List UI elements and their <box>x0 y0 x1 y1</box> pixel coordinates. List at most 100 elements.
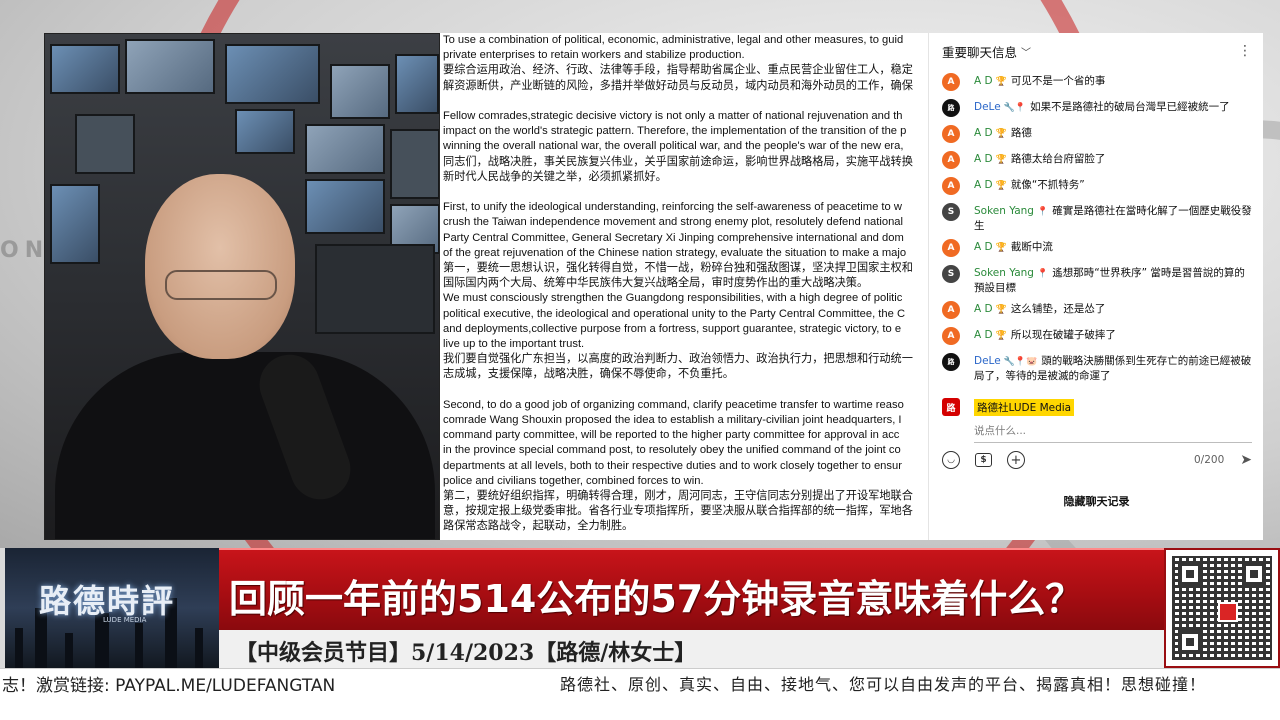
chat-author-avatar[interactable]: 路 <box>942 99 960 117</box>
chat-message: A A D 🏆 截断中流 <box>929 235 1264 261</box>
chat-author-avatar[interactable]: A <box>942 301 960 319</box>
chat-badge-icon: 🏆 <box>995 305 1007 315</box>
add-icon[interactable]: + <box>1007 451 1025 469</box>
chat-author-name[interactable]: DeLe <box>974 355 1001 367</box>
host-body <box>55 352 435 539</box>
document-line: 志成城，支援保障，战略决胜，确保不辱使命，不负重托。 <box>443 368 734 381</box>
chat-author-avatar[interactable]: A <box>942 73 960 91</box>
qr-finder <box>1178 630 1202 654</box>
chat-message-body: A D 🏆 所以现在破罐子破摔了 <box>974 325 1252 343</box>
chat-message: A A D 🏆 可见不是一个省的事 <box>929 69 1264 95</box>
more-options-icon[interactable]: ⋮ <box>1238 43 1252 59</box>
bg-monitor <box>75 114 135 174</box>
document-blank-line <box>443 94 928 109</box>
chat-message-text: 路德 <box>1010 127 1032 139</box>
chat-author-avatar[interactable]: 路 <box>942 353 960 371</box>
chat-author-name[interactable]: A D <box>974 329 993 341</box>
document-line: Fellow comrades,strategic decisive victo… <box>443 110 903 122</box>
chat-message: A A D 🏆 路德 <box>929 121 1264 147</box>
bg-monitor <box>395 54 439 114</box>
ticker-slogan: 路德社、原创、真实、自由、接地气、您可以自由发声的平台、揭露真相！思想碰撞！ <box>560 675 1207 694</box>
host-glasses <box>165 270 277 300</box>
chat-author-name[interactable]: A D <box>974 127 993 139</box>
chat-message-text: 如果不是路德社的破局台灣早已經被統一了 <box>1030 101 1230 113</box>
chat-author-name[interactable]: Soken Yang <box>974 267 1034 279</box>
headline-banner: 回顾一年前的514公布的57分钟录音意味着什么？ <box>219 548 1164 630</box>
chat-message-body: A D 🏆 这么铺垫，还是怂了 <box>974 299 1252 317</box>
chat-message-text: 路德太给台府留脸了 <box>1010 153 1106 165</box>
chat-message-text: 这么铺垫，还是怂了 <box>1010 303 1106 315</box>
document-line: We must consciously strengthen the Guang… <box>443 292 903 305</box>
show-logo: 路德時評 LUDE MEDIA <box>5 548 219 668</box>
document-line: police and civilians together, combined … <box>443 474 704 487</box>
chat-message: 路 DeLe 🔧📍 如果不是路德社的破局台灣早已經被統一了 <box>929 95 1264 121</box>
chat-author-avatar[interactable]: A <box>942 151 960 169</box>
chat-author-name[interactable]: A D <box>974 179 993 191</box>
document-line: political executive, the ideological and… <box>443 307 906 320</box>
chat-message: 路 DeLe 🔧📍🐷 頭的戰略決勝關係到生死存亡的前途已經被破局了，等待的是被滅的命運… <box>929 349 1264 385</box>
chevron-down-icon[interactable]: ﹀ <box>1021 44 1031 59</box>
document-line: 要综合运用政治、经济、行政、法律等手段，指导帮助省属企业、重点民营企业留住工人，… <box>443 64 913 77</box>
chat-header: 重要聊天信息 ﹀ ⋮ <box>929 33 1263 69</box>
chat-badge-icon: 🏆 <box>995 331 1007 341</box>
chat-author-name[interactable]: A D <box>974 241 993 253</box>
news-ticker: 志！激赏链接: PAYPAL.ME/LUDEFANGTAN 路德社、原创、真实、… <box>0 668 1280 720</box>
super-chat-icon[interactable]: $ <box>975 453 992 467</box>
chat-author-avatar[interactable]: S <box>942 203 960 221</box>
chat-author-avatar[interactable]: A <box>942 239 960 257</box>
bg-monitor <box>50 184 100 264</box>
chat-message-body: A D 🏆 路德 <box>974 123 1252 141</box>
document-line: winning the overall national war, the ov… <box>443 140 904 153</box>
chat-composer: 路 路德社LUDE Media 说点什么... <box>929 395 1264 443</box>
document-line: of the great rejuvenation of the Chinese… <box>443 246 907 259</box>
chat-mode-dropdown[interactable]: 重要聊天信息 <box>942 42 1017 61</box>
ticker-donation-link: 志！激赏链接: PAYPAL.ME/LUDEFANGTAN <box>2 676 336 696</box>
skyline-building <box>15 628 23 668</box>
my-channel-name: 路德社LUDE Media <box>974 398 1075 416</box>
chat-author-avatar[interactable]: S <box>942 265 960 283</box>
chat-message-text: 所以现在破罐子破摔了 <box>1010 329 1116 341</box>
document-line: 路保常态路战令，起联动，全力制胜。 <box>443 520 634 533</box>
bg-monitor <box>390 129 439 199</box>
chat-author-name[interactable]: A D <box>974 153 993 165</box>
document-line: 同志们，战略决胜，事关民族复兴伟业，关乎国家前途命运，影响世界战略格局，实施平战… <box>443 155 913 168</box>
chat-author-avatar[interactable]: A <box>942 125 960 143</box>
chat-toolbar: ◡ $ + 0/200 ➤ <box>929 445 1264 475</box>
hide-chat-button[interactable]: 隐藏聊天记录 <box>929 493 1264 509</box>
chat-author-name[interactable]: A D <box>974 75 993 87</box>
chat-message-list[interactable]: AA D 🏆 可见不是一个省的事路 DeLe 🔧📍 如果不是路德社的破局台灣早已經被統一了… <box>929 69 1264 389</box>
chat-message-text: 可见不是一个省的事 <box>1010 75 1106 87</box>
bg-monitor <box>235 109 295 154</box>
emoji-icon[interactable]: ◡ <box>942 451 960 469</box>
chat-input[interactable]: 说点什么... <box>974 419 1252 443</box>
document-blank-line <box>443 383 928 398</box>
chat-badge-icon: 🏆 <box>995 181 1007 191</box>
document-line: departments at all levels, both to their… <box>443 459 902 472</box>
document-line: live up to the important trust. <box>443 338 585 351</box>
chat-badge-icon: 🏆 <box>995 129 1007 139</box>
document-line: 解资源断供，产业断链的风险，多措并举做好动员与反动员，域内动员和海外动员的工作，… <box>443 79 913 92</box>
skyline-building <box>195 628 203 668</box>
chat-message: S Soken Yang 📍 遙想那時“世界秩序” 當時是習普說的算的預設目標 <box>929 261 1264 297</box>
host-head <box>145 174 295 359</box>
backdrop-side-word: ON <box>0 238 50 263</box>
bg-monitor <box>305 124 385 174</box>
bg-monitor <box>50 44 120 94</box>
chat-message-body: A D 🏆 路德太给台府留脸了 <box>974 149 1252 167</box>
bg-monitor <box>225 44 320 104</box>
chat-author-name[interactable]: Soken Yang <box>974 205 1034 217</box>
send-icon[interactable]: ➤ <box>1240 452 1252 468</box>
chat-message-text: 截断中流 <box>1010 241 1053 253</box>
chat-author-avatar[interactable]: A <box>942 177 960 195</box>
document-line: private enterprises to retain workers an… <box>443 49 745 62</box>
subline-banner: 【中级会员节目】5/14/2023【路德/林女士】 <box>219 630 1164 668</box>
chat-message-body: A D 🏆 截断中流 <box>974 237 1252 255</box>
chat-message: A A D 🏆 路德太给台府留脸了 <box>929 147 1264 173</box>
chat-author-name[interactable]: DeLe <box>974 101 1001 113</box>
chat-author-name[interactable]: A D <box>974 303 993 315</box>
document-line: and deployments,collective purpose from … <box>443 322 902 335</box>
bg-monitor <box>315 244 435 334</box>
document-line: To use a combination of political, econo… <box>443 34 904 46</box>
document-panel: To use a combination of political, econo… <box>440 33 928 540</box>
chat-author-avatar[interactable]: A <box>942 327 960 345</box>
